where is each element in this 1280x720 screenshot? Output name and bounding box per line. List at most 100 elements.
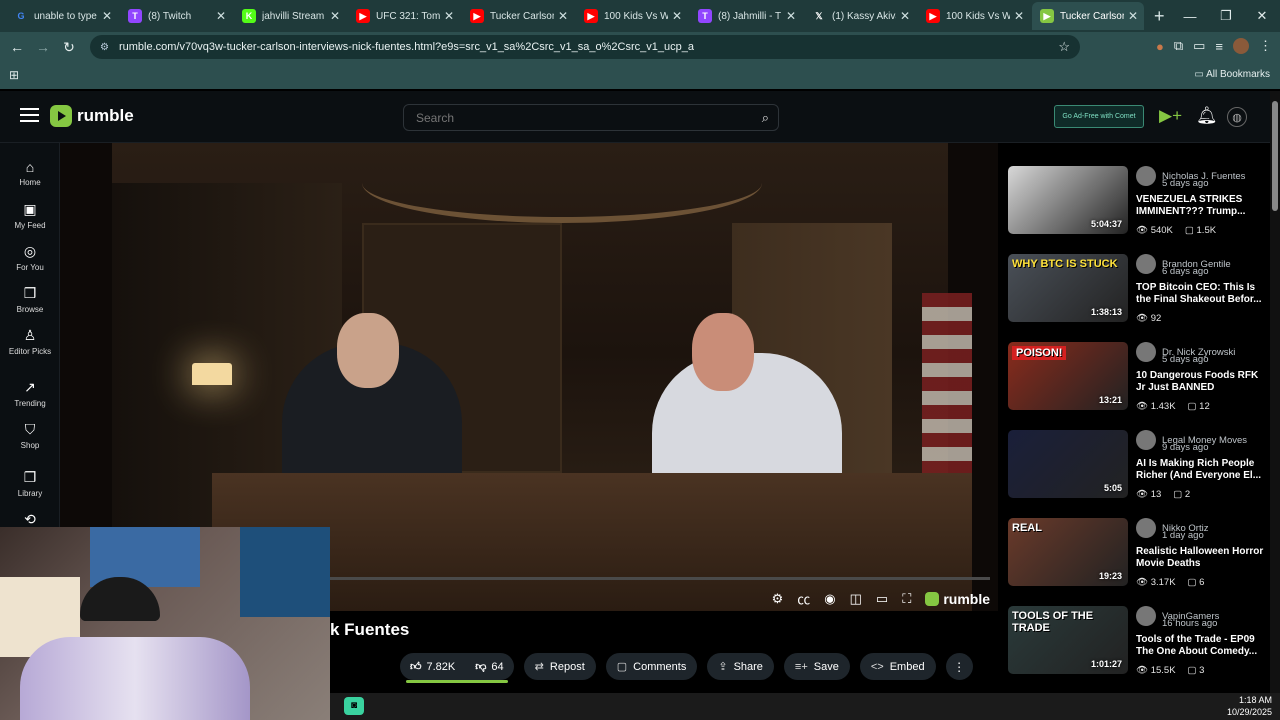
close-tab-icon[interactable]: ✕	[672, 9, 682, 23]
browser-tab[interactable]: T (8) Jahmilli - T ✕	[690, 2, 802, 30]
cast-icon[interactable]: ▭	[1193, 38, 1205, 54]
video-title-link[interactable]: AI Is Making Rich People Richer (And Eve…	[1136, 458, 1266, 482]
rail-item-browse[interactable]: ❒ Browse	[0, 285, 60, 314]
bookmark-star-icon[interactable]: ☆	[1058, 39, 1070, 55]
extensions-icon[interactable]: ⧉	[1174, 38, 1183, 54]
close-tab-icon[interactable]: ✕	[102, 9, 112, 23]
new-tab-icon[interactable]: +	[1154, 6, 1165, 27]
all-bookmarks[interactable]: All Bookmarks	[1194, 69, 1270, 80]
extension-avatar-icon[interactable]: ●	[1156, 39, 1164, 54]
browser-tab[interactable]: 𝕏 (1) Kassy Akiva ✕	[804, 2, 916, 30]
maximize-icon[interactable]: ❐	[1208, 0, 1244, 32]
video-thumbnail[interactable]: REAL 19:23	[1008, 518, 1128, 586]
related-video-card[interactable]: 5:04:37 Nicholas J. Fuentes 5 days ago VENE…	[1008, 166, 1263, 246]
video-title-link[interactable]: Tools of the Trade - EP09 The One About …	[1136, 634, 1266, 658]
profile-avatar[interactable]	[1233, 38, 1249, 54]
video-title-link[interactable]: Realistic Halloween Horror Movie Deaths	[1136, 546, 1266, 570]
browser-tab[interactable]: ▶ Tucker Carlson ✕	[462, 2, 574, 30]
related-video-card[interactable]: POISON! 13:21 Dr. Nick Zyrowski 5 days ago 1…	[1008, 342, 1263, 422]
related-video-card[interactable]: REAL 19:23 Nikko Ortiz 1 day ago Realistic H…	[1008, 518, 1263, 598]
menu-icon[interactable]: ⋮	[1259, 38, 1272, 54]
browser-tab[interactable]: ▶ 100 Kids Vs W ✕	[918, 2, 1030, 30]
media-icon[interactable]: ≡	[1215, 39, 1223, 54]
upload-video-icon[interactable]: ▶+	[1159, 106, 1182, 126]
close-window-icon[interactable]: ✕	[1244, 0, 1280, 32]
miniplayer-icon[interactable]: ◫	[850, 591, 862, 607]
related-video-card[interactable]: TOOLS OF THE TRADE 1:01:27 VapinGamers 16 h…	[1008, 606, 1263, 686]
embed-button[interactable]: <> Embed	[859, 653, 936, 680]
close-tab-icon[interactable]: ✕	[1014, 9, 1024, 23]
browser-tab[interactable]: ▶ UFC 321: Tom ✕	[348, 2, 460, 30]
browser-tab[interactable]: T (8) Twitch ✕	[120, 2, 232, 30]
browser-tab[interactable]: ▶ Tucker Carlson ✕	[1032, 2, 1144, 30]
notifications-bell-icon[interactable]: 🔔︎	[1196, 106, 1218, 126]
hamburger-menu-icon[interactable]	[20, 108, 39, 122]
channel-avatar[interactable]	[1136, 518, 1156, 538]
dislike-button[interactable]: 👎︎ 64	[465, 660, 513, 674]
back-icon[interactable]: ←	[4, 39, 30, 55]
close-tab-icon[interactable]: ✕	[216, 9, 226, 23]
more-options-icon[interactable]: ⋮	[945, 653, 973, 680]
channel-avatar[interactable]	[1136, 166, 1156, 186]
video-progress-bar[interactable]	[330, 577, 990, 580]
repost-button[interactable]: ⇄ Repost	[523, 653, 596, 680]
search-icon[interactable]: ⌕	[762, 110, 769, 126]
close-tab-icon[interactable]: ✕	[444, 9, 454, 23]
rumble-logo[interactable]: rumble	[50, 105, 134, 127]
close-tab-icon[interactable]: ✕	[330, 9, 340, 23]
close-tab-icon[interactable]: ✕	[900, 9, 910, 23]
rail-item-for-you[interactable]: ◎ For You	[0, 243, 60, 272]
channel-avatar[interactable]	[1136, 606, 1156, 626]
video-title-link[interactable]: TOP Bitcoin CEO: This Is the Final Shake…	[1136, 282, 1266, 306]
scrollbar-thumb[interactable]	[1272, 101, 1278, 211]
rail-item-my-feed[interactable]: ▣ My Feed	[0, 201, 60, 230]
channel-avatar[interactable]	[1136, 342, 1156, 362]
save-button[interactable]: ≡+ Save	[783, 653, 850, 680]
fullscreen-icon[interactable]: ⛶	[902, 591, 911, 607]
rail-item-library[interactable]: ❐ Library	[0, 469, 60, 498]
autoplay-toggle-icon[interactable]: ◉	[824, 591, 835, 607]
close-tab-icon[interactable]: ✕	[786, 9, 796, 23]
video-thumbnail[interactable]: POISON! 13:21	[1008, 342, 1128, 410]
video-title-link[interactable]: VENEZUELA STRIKES IMMINENT??? Trump...	[1136, 194, 1266, 218]
browser-tab[interactable]: Kjahvilli Stream ✕	[234, 2, 346, 30]
close-tab-icon[interactable]: ✕	[558, 9, 568, 23]
related-video-card[interactable]: 5:05 Legal Money Moves 9 days ago AI Is Mak…	[1008, 430, 1263, 510]
rail-item-label: My Feed	[14, 221, 46, 230]
rail-item-home[interactable]: ⌂ Home	[0, 159, 60, 187]
rail-item-editor-picks[interactable]: ♙ Editor Picks	[0, 327, 60, 356]
like-button[interactable]: 👍︎ 7.82K	[400, 660, 465, 674]
search-input[interactable]	[416, 110, 736, 125]
user-account-icon[interactable]: ◍	[1227, 107, 1247, 127]
video-thumbnail[interactable]: 5:04:37	[1008, 166, 1128, 234]
reload-icon[interactable]: ↻	[56, 39, 82, 56]
comments-button[interactable]: ▢ Comments	[605, 653, 698, 680]
chat-app-icon[interactable]: ◙	[344, 697, 364, 715]
channel-avatar[interactable]	[1136, 430, 1156, 450]
close-tab-icon[interactable]: ✕	[1128, 9, 1138, 23]
thumbnail-caption: WHY BTC IS STUCK	[1012, 258, 1118, 270]
rail-item-trending[interactable]: ↗ Trending	[0, 379, 60, 408]
channel-avatar[interactable]	[1136, 254, 1156, 274]
settings-gear-icon[interactable]: ⚙	[772, 591, 784, 607]
video-thumbnail[interactable]: TOOLS OF THE TRADE 1:01:27	[1008, 606, 1128, 674]
rail-item-shop[interactable]: ⛉ Shop	[0, 421, 60, 450]
ad-free-comet-button[interactable]: Go Ad-Free with Comet	[1054, 105, 1144, 128]
site-info-icon[interactable]: ⚙	[100, 42, 109, 53]
browser-tab[interactable]: ▶ 100 Kids Vs W ✕	[576, 2, 688, 30]
related-video-card[interactable]: WHY BTC IS STUCK 1:38:13 Brandon Gentile 6 …	[1008, 254, 1263, 334]
share-button[interactable]: ⇪ Share	[707, 653, 774, 680]
video-title-link[interactable]: 10 Dangerous Foods RFK Jr Just BANNED	[1136, 370, 1266, 394]
captions-icon[interactable]: ㏄	[797, 589, 810, 608]
forward-icon[interactable]: →	[30, 39, 56, 55]
apps-grid-icon[interactable]: ⊞	[9, 68, 19, 82]
minimize-icon[interactable]: —	[1172, 0, 1208, 32]
video-thumbnail[interactable]: WHY BTC IS STUCK 1:38:13	[1008, 254, 1128, 322]
theater-mode-icon[interactable]: ▭	[876, 591, 888, 607]
rail-item-label: Trending	[14, 399, 46, 408]
url-field[interactable]: ⚙ rumble.com/v70vq3w-tucker-carlson-inte…	[90, 35, 1080, 59]
browser-tab[interactable]: Gunable to type ✕	[6, 2, 118, 30]
page-scrollbar[interactable]	[1270, 91, 1280, 693]
player-brand-logo[interactable]: rumble	[925, 591, 990, 607]
video-thumbnail[interactable]: 5:05	[1008, 430, 1128, 498]
